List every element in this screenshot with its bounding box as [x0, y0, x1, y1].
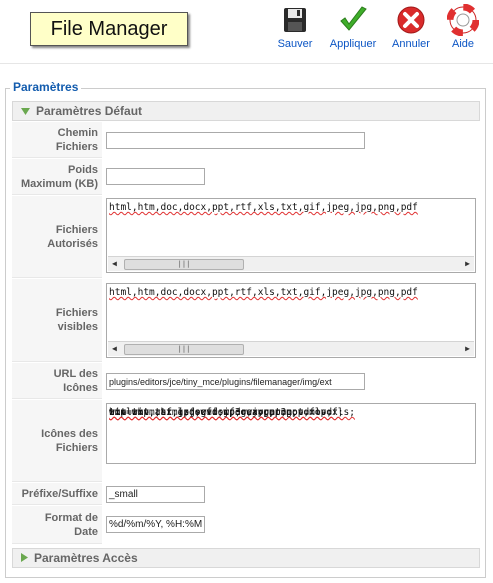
row-icones: Icônes des Fichiers html=htm,html;doc=doc… — [12, 400, 480, 482]
apply-button[interactable]: Appliquer — [328, 4, 378, 50]
prefixe-input[interactable]: _small — [106, 486, 205, 503]
panel-default-header[interactable]: Paramètres Défaut — [12, 101, 480, 121]
row-poids: Poids Maximum (KB) — [12, 159, 480, 195]
floppy-disk-icon — [284, 8, 306, 32]
label-url: URL des Icônes — [12, 363, 102, 399]
label-chemin: Chemin Fichiers — [12, 122, 102, 158]
help-button[interactable]: Aide — [438, 4, 488, 50]
row-autorises: Fichiers Autorisés html,htm,doc,docx,ppt,… — [12, 196, 480, 278]
page-title: File Manager — [30, 12, 188, 46]
help-button-label: Aide — [451, 38, 475, 50]
date-input[interactable]: %d/%m/%Y, %H:%M — [106, 516, 205, 533]
icones-line-4: wmv=wmv,asx,asf,avi;mp3=wav,mp3 — [109, 407, 287, 418]
panel-access-title: Paramètres Accès — [34, 551, 138, 565]
apply-button-label: Appliquer — [329, 38, 377, 50]
autorises-text: html,htm,doc,docx,ppt,rtf,xls,txt,gif,jp… — [109, 202, 418, 213]
label-visibles: Fichiers visibles — [12, 279, 102, 362]
toolbar: File Manager Sauver Appliquer Annuler Ai… — [0, 0, 493, 60]
poids-input[interactable] — [106, 168, 205, 185]
scroll-thumb[interactable]: ||| — [124, 259, 244, 270]
save-button-label: Sauver — [277, 38, 313, 50]
label-prefixe: Préfixe/Suffixe — [12, 483, 102, 505]
scroll-right-arrow-icon[interactable]: ▶ — [465, 259, 470, 268]
scroll-left-arrow-icon[interactable]: ◀ — [112, 259, 117, 268]
expanded-triangle-icon — [21, 104, 30, 118]
panel-access-header[interactable]: Paramètres Accès — [12, 548, 480, 568]
parameters-legend: Paramètres — [10, 80, 82, 94]
url-input[interactable]: plugins/editors/jce/tiny_mce/plugins/fil… — [106, 373, 365, 390]
cancel-button-label: Annuler — [392, 38, 430, 50]
checkmark-icon — [340, 6, 367, 31]
visibles-text: html,htm,doc,docx,ppt,rtf,xls,txt,gif,jp… — [109, 287, 418, 298]
row-url: URL des Icônes plugins/editors/jce/tiny_m… — [12, 363, 480, 399]
save-button[interactable]: Sauver — [270, 4, 320, 50]
scroll-right-arrow-icon[interactable]: ▶ — [465, 344, 470, 353]
label-icones: Icônes des Fichiers — [12, 400, 102, 482]
label-autorises: Fichiers Autorisés — [12, 196, 102, 278]
row-visibles: Fichiers visibles html,htm,doc,docx,ppt,r… — [12, 279, 480, 362]
scroll-left-arrow-icon[interactable]: ◀ — [112, 344, 117, 353]
cancel-icon — [397, 6, 425, 34]
visibles-hscrollbar[interactable]: ◀ ||| ▶ — [108, 341, 474, 356]
toolbar-divider — [0, 63, 493, 64]
row-date: Format de Date %d/%m/%Y, %H:%M — [12, 506, 480, 544]
label-date: Format de Date — [12, 506, 102, 544]
cancel-button[interactable]: Annuler — [386, 4, 436, 50]
scroll-thumb[interactable]: ||| — [124, 344, 244, 355]
autorises-hscrollbar[interactable]: ◀ ||| ▶ — [108, 256, 474, 271]
collapsed-triangle-icon — [21, 551, 28, 565]
row-chemin: Chemin Fichiers — [12, 122, 480, 158]
autorises-textarea[interactable]: html,htm,doc,docx,ppt,rtf,xls,txt,gif,jp… — [106, 198, 476, 273]
panel-default-title: Paramètres Défaut — [36, 104, 143, 118]
row-prefixe: Préfixe/Suffixe _small — [12, 483, 480, 505]
label-poids: Poids Maximum (KB) — [12, 159, 102, 195]
icones-textarea[interactable]: html=htm,html;doc=doc,docx;ppt=ppt,xls=x… — [106, 403, 476, 464]
chemin-input[interactable] — [106, 132, 365, 149]
lifebuoy-icon — [447, 4, 479, 36]
visibles-textarea[interactable]: html,htm,doc,docx,ppt,rtf,xls,txt,gif,jp… — [106, 283, 476, 358]
